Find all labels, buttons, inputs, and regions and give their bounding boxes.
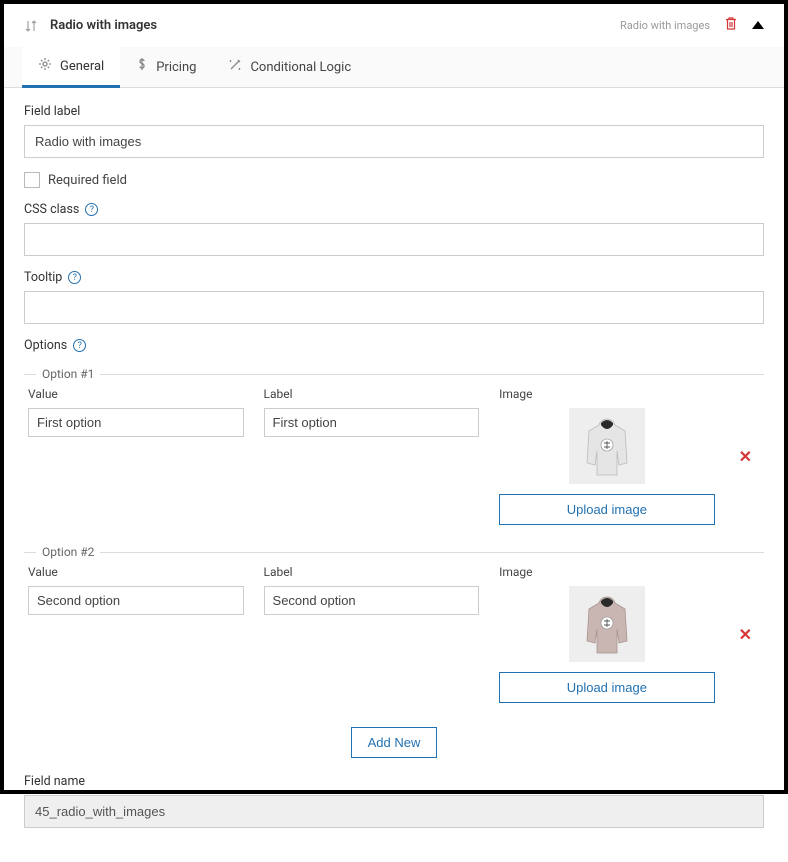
options-group: Options ? Option #1 Value Label [24, 338, 764, 758]
tooltip-input[interactable] [24, 291, 764, 324]
remove-option-icon[interactable]: ✕ [735, 447, 756, 466]
tab-label: Pricing [156, 60, 196, 75]
help-icon[interactable]: ? [73, 339, 86, 352]
required-field-label: Required field [48, 173, 127, 188]
value-label: Value [28, 565, 244, 579]
help-icon[interactable]: ? [85, 203, 98, 216]
css-class-caption: CSS class [24, 202, 79, 217]
field-name-caption: Field name [24, 774, 764, 789]
options-caption: Options [24, 338, 67, 353]
panel-header: Radio with images Radio with images [4, 4, 784, 47]
dollar-icon [136, 58, 148, 76]
image-label: Image [499, 387, 715, 401]
option-label-input[interactable] [264, 586, 480, 615]
upload-image-button[interactable]: Upload image [499, 672, 715, 703]
tab-pricing[interactable]: Pricing [120, 47, 212, 87]
option-legend: Option #2 [36, 545, 100, 559]
drag-handle-icon[interactable] [24, 19, 38, 33]
field-name-input [24, 795, 764, 828]
field-label-input[interactable] [24, 125, 764, 158]
tab-general[interactable]: General [22, 47, 120, 88]
option-legend: Option #1 [36, 367, 100, 381]
image-preview [569, 586, 645, 662]
field-type-label: Radio with images [620, 19, 710, 32]
option-label-input[interactable] [264, 408, 480, 437]
label-label: Label [264, 387, 480, 401]
tabs: General Pricing Conditional Logic [4, 47, 784, 88]
option-value-input[interactable] [28, 408, 244, 437]
field-label-group: Field label [24, 104, 764, 158]
collapse-icon[interactable] [752, 18, 764, 33]
help-icon[interactable]: ? [68, 271, 81, 284]
wand-icon [228, 58, 242, 76]
tab-label: Conditional Logic [250, 60, 351, 75]
value-label: Value [28, 387, 244, 401]
tab-conditional-logic[interactable]: Conditional Logic [212, 47, 367, 87]
css-class-input[interactable] [24, 223, 764, 256]
option-value-input[interactable] [28, 586, 244, 615]
image-preview [569, 408, 645, 484]
remove-option-icon[interactable]: ✕ [735, 625, 756, 644]
image-label: Image [499, 565, 715, 579]
required-field-row: Required field [24, 172, 764, 188]
option-block: Option #2 Value Label Image [24, 537, 764, 711]
add-new-button[interactable]: Add New [351, 727, 438, 758]
field-name-group: Field name [24, 774, 764, 828]
upload-image-button[interactable]: Upload image [499, 494, 715, 525]
tooltip-group: Tooltip ? [24, 270, 764, 324]
tooltip-caption: Tooltip [24, 270, 62, 285]
css-class-group: CSS class ? [24, 202, 764, 256]
field-label-caption: Field label [24, 104, 764, 119]
trash-icon[interactable] [724, 16, 738, 35]
label-label: Label [264, 565, 480, 579]
option-block: Option #1 Value Label Image [24, 359, 764, 533]
tab-label: General [60, 59, 104, 74]
panel-title: Radio with images [50, 18, 620, 33]
required-field-checkbox[interactable] [24, 172, 40, 188]
gear-icon [38, 57, 52, 75]
